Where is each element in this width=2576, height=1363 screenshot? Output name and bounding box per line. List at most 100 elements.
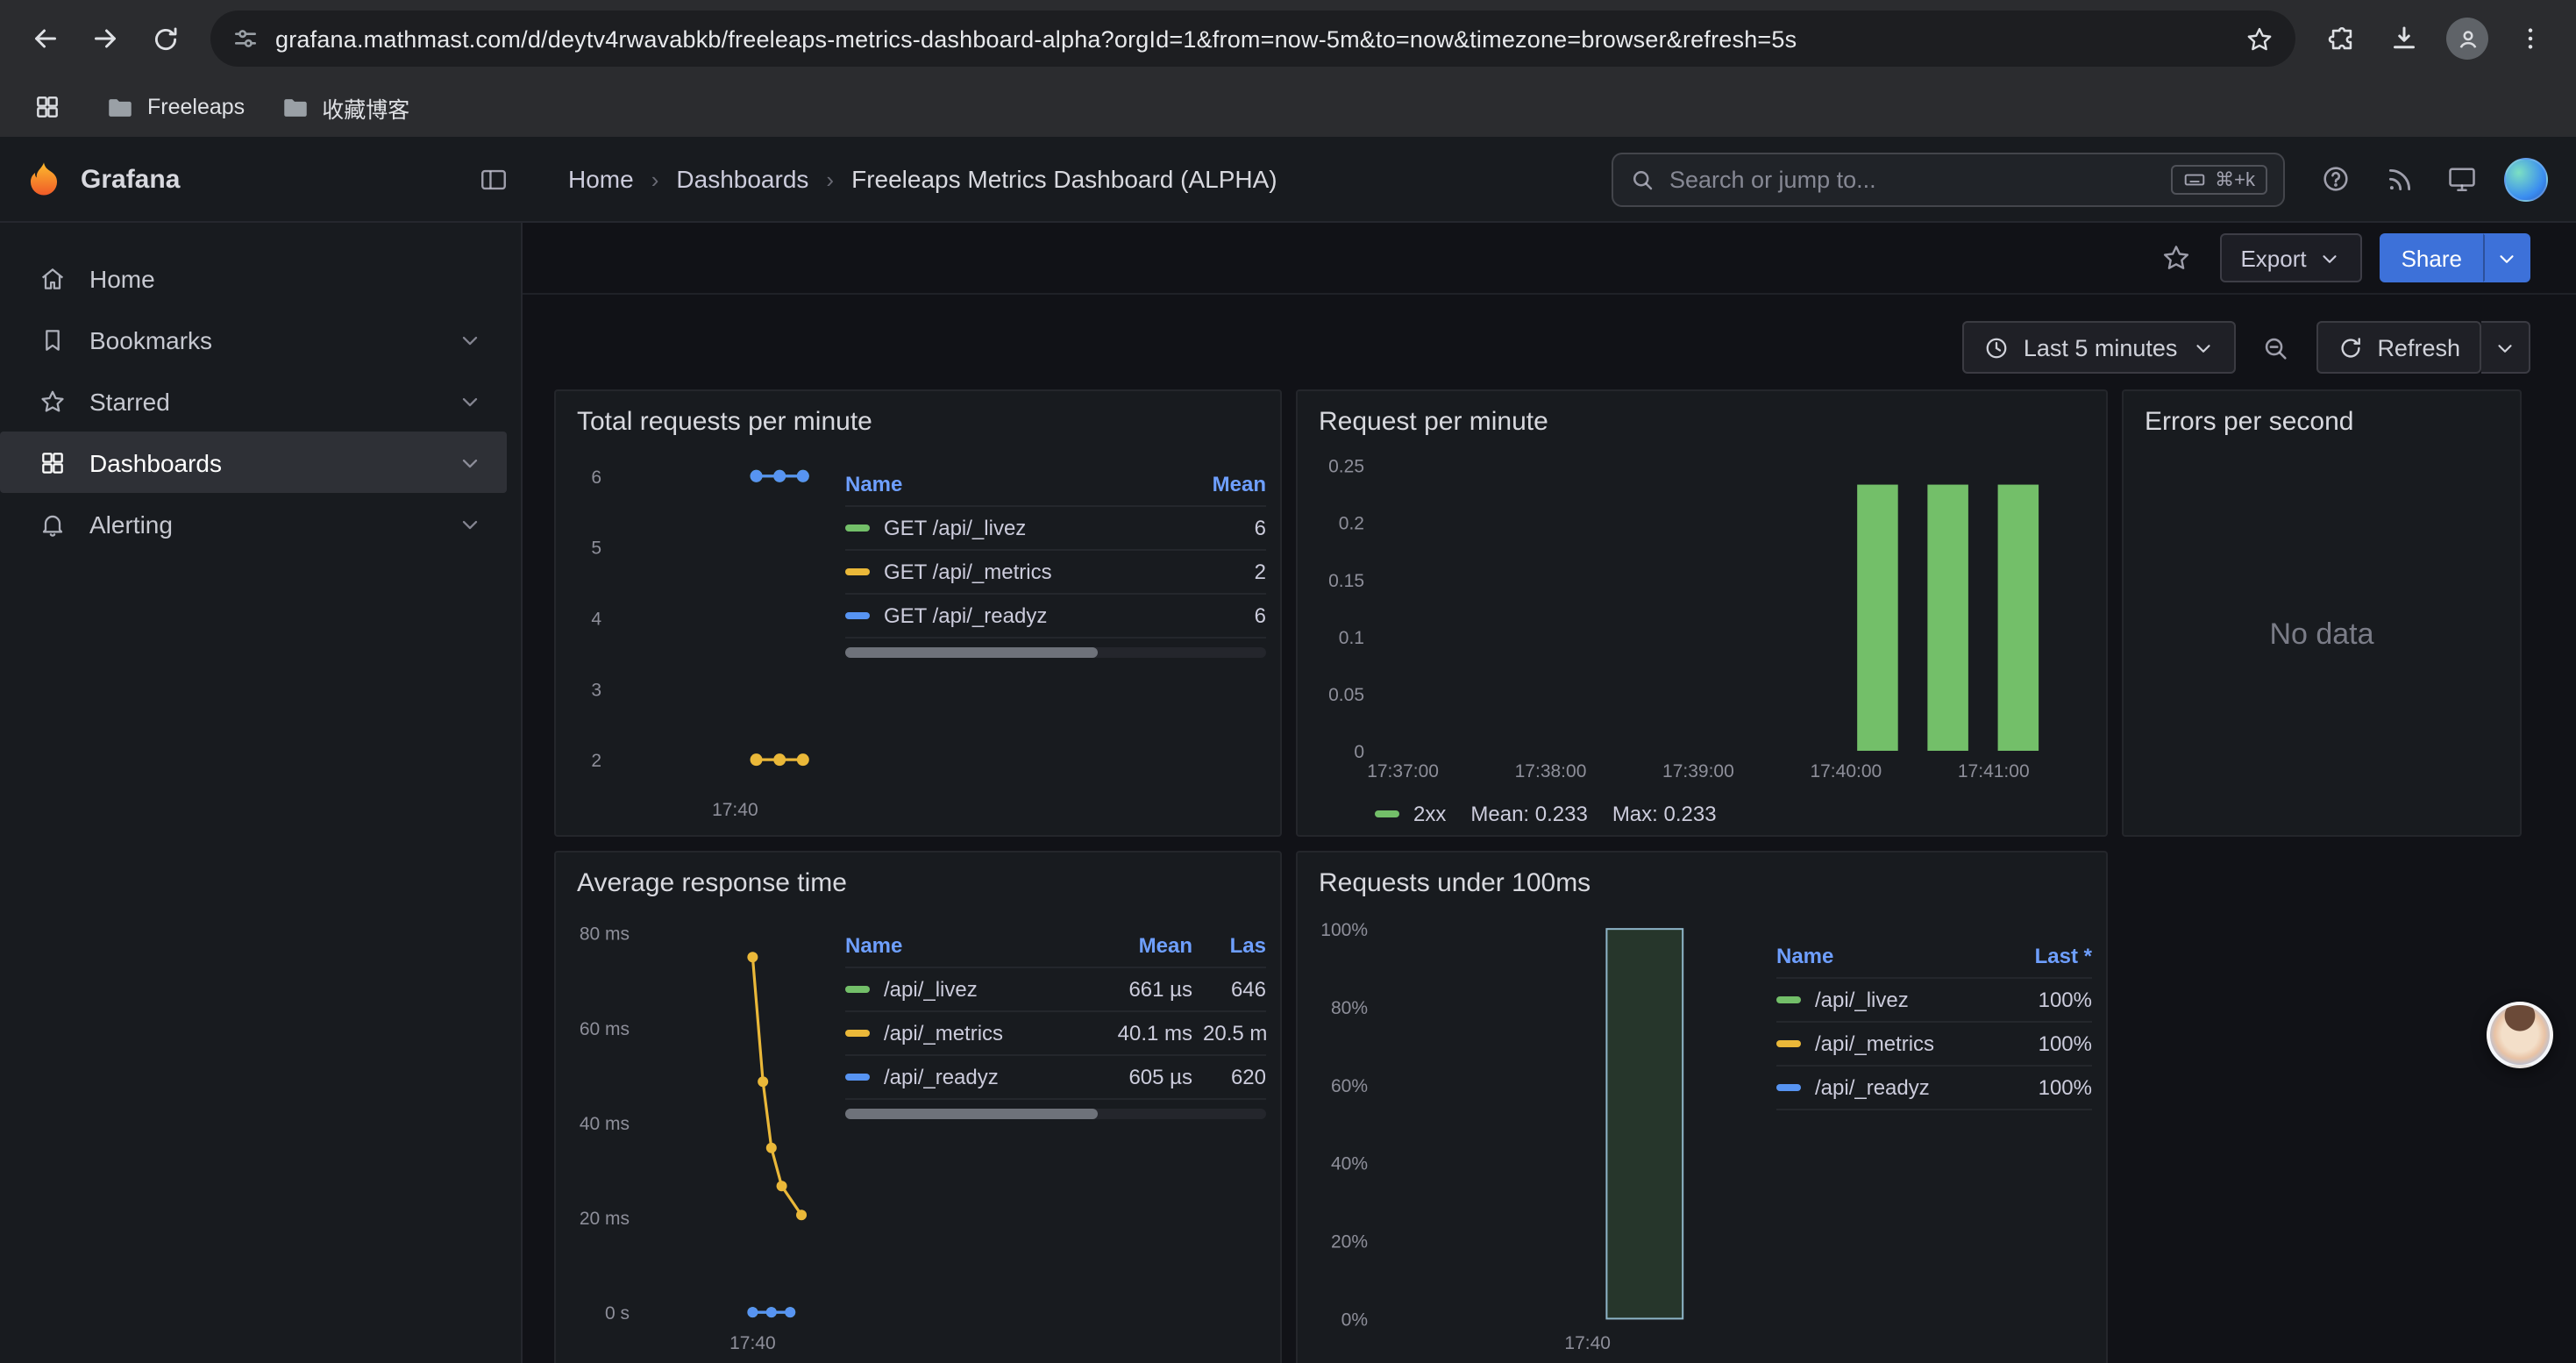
legend-row[interactable]: /api/_readyz 605 µs 620 [845,1056,1266,1100]
series-name[interactable]: GET /api/_metrics [884,560,1052,584]
series-name[interactable]: GET /api/_livez [884,516,1026,540]
legend-header-name[interactable]: Name [845,472,902,496]
series-name[interactable]: /api/_metrics [884,1021,1003,1045]
search-box[interactable]: ⌘+k [1612,152,2285,206]
url-bar[interactable]: grafana.mathmast.com/d/deytv4rwavabkb/fr… [210,11,2295,67]
legend-row[interactable]: /api/_metrics 100% [1776,1023,2092,1067]
folder-icon [280,92,310,122]
sidebar-item-bookmarks[interactable]: Bookmarks [0,309,507,370]
svg-text:4: 4 [591,609,601,629]
tv-mode-button[interactable] [2436,153,2488,205]
total-requests-chart[interactable]: 6543217:40 [570,446,845,824]
zoom-out-button[interactable] [2249,321,2302,374]
dock-menu-button[interactable] [466,153,519,205]
search-input[interactable] [1669,166,2157,192]
forward-button[interactable] [77,11,133,67]
grafana-logo[interactable] [25,160,63,198]
chevron-down-icon[interactable] [458,389,482,413]
svg-text:100%: 100% [1320,920,1368,940]
svg-text:0.2: 0.2 [1339,514,1364,534]
share-split-button: Share [2380,233,2530,282]
keyboard-icon [2183,168,2206,190]
legend-header-last[interactable]: Las [1203,933,1266,958]
export-button[interactable]: Export [2219,233,2362,282]
chevron-down-icon[interactable] [458,450,482,475]
bookmark-star-icon[interactable] [2245,24,2274,54]
request-per-minute-chart[interactable]: 0.250.20.150.10.05017:37:0017:38:0017:39… [1312,446,2092,795]
back-button[interactable] [18,11,74,67]
news-button[interactable] [2373,153,2425,205]
series-name[interactable]: GET /api/_readyz [884,603,1047,628]
panel-title[interactable]: Request per minute [1312,402,2092,446]
share-menu-button[interactable] [2483,233,2530,282]
panel-title[interactable]: Errors per second [2138,402,2506,446]
legend-row[interactable]: GET /api/_livez 6 [845,507,1266,551]
legend-header-row: Name Mean [845,463,1266,507]
sidebar-item-alerting[interactable]: Alerting [0,493,507,554]
bookmark-icon [39,325,67,353]
refresh-interval-button[interactable] [2481,321,2530,374]
series-name[interactable]: /api/_livez [884,977,978,1002]
scrollbar-thumb[interactable] [845,1109,1098,1119]
legend-row[interactable]: GET /api/_metrics 2 [845,551,1266,595]
brand-name: Grafana [81,164,180,194]
series-name[interactable]: /api/_metrics [1815,1031,1934,1056]
side-panel-button[interactable] [25,84,70,130]
panel-row-1: Total requests per minute 6543217:40 Nam… [523,389,2576,837]
floating-assistant-avatar[interactable] [2487,1002,2553,1068]
chevron-down-icon[interactable] [458,511,482,536]
browser-menu-button[interactable] [2502,11,2558,67]
bookmark-freeleaps[interactable]: Freeleaps [105,92,245,122]
panel-title[interactable]: Requests under 100ms [1312,863,2092,907]
panel-title[interactable]: Average response time [570,863,1266,907]
user-menu-button[interactable] [2499,153,2551,205]
series-color-dash [1776,1084,1801,1091]
refresh-button[interactable]: Refresh [2316,321,2481,374]
sidebar-item-starred[interactable]: Starred [0,370,507,432]
legend-row[interactable]: /api/_metrics 40.1 ms 20.5 m [845,1012,1266,1056]
series-name[interactable]: 2xx [1413,802,1446,826]
legend-row[interactable]: /api/_livez 100% [1776,979,2092,1023]
panel-average-response-time: Average response time 80 ms60 ms40 ms20 … [554,851,1282,1363]
bookmark-blog-favorites[interactable]: 收藏博客 [280,90,409,124]
legend-header-mean[interactable]: Mean [1101,933,1192,958]
legend-scrollbar[interactable] [845,1109,1266,1119]
requests-under-100ms-chart[interactable]: 100%80%60%40%20%0%17:40 [1312,907,1776,1358]
sidebar-item-home[interactable]: Home [0,247,507,309]
bookmark-label: Freeleaps [147,95,245,119]
legend-item-2xx[interactable]: 2xx [1375,802,1446,826]
sidebar-item-dashboards[interactable]: Dashboards [0,432,507,493]
series-name[interactable]: /api/_readyz [884,1065,999,1089]
svg-text:20%: 20% [1331,1232,1368,1252]
series-color-dash [845,612,870,619]
breadcrumb-home[interactable]: Home [568,165,634,193]
series-color-dash [845,1030,870,1037]
legend-row[interactable]: GET /api/_readyz 6 [845,595,1266,639]
site-settings-icon[interactable] [231,25,260,53]
legend-row[interactable]: /api/_readyz 100% [1776,1067,2092,1110]
profile-button[interactable] [2439,11,2495,67]
star-dashboard-button[interactable] [2149,232,2202,284]
downloads-button[interactable] [2376,11,2432,67]
legend-header-name[interactable]: Name [1776,944,1833,968]
average-response-time-chart[interactable]: 80 ms60 ms40 ms20 ms0 s17:40 [570,907,845,1358]
breadcrumb-dashboards[interactable]: Dashboards [676,165,808,193]
help-button[interactable] [2309,153,2362,205]
legend-row[interactable]: /api/_livez 661 µs 646 [845,968,1266,1012]
reload-button[interactable] [137,11,193,67]
panel-title[interactable]: Total requests per minute [570,402,1266,446]
legend-header-last[interactable]: Last * [2004,944,2092,968]
series-name[interactable]: /api/_livez [1815,988,1909,1012]
chevron-down-icon [2494,336,2516,359]
legend-scrollbar[interactable] [845,647,1266,658]
legend-header-mean[interactable]: Mean [1175,472,1266,496]
share-button[interactable]: Share [2380,233,2483,282]
scrollbar-thumb[interactable] [845,647,1098,658]
monitor-icon [2446,163,2478,195]
extensions-button[interactable] [2313,11,2369,67]
time-range-picker[interactable]: Last 5 minutes [1962,321,2236,374]
legend-header-name[interactable]: Name [845,933,902,958]
chevron-down-icon[interactable] [458,327,482,352]
series-name[interactable]: /api/_readyz [1815,1075,1930,1100]
folder-icon [105,92,135,122]
